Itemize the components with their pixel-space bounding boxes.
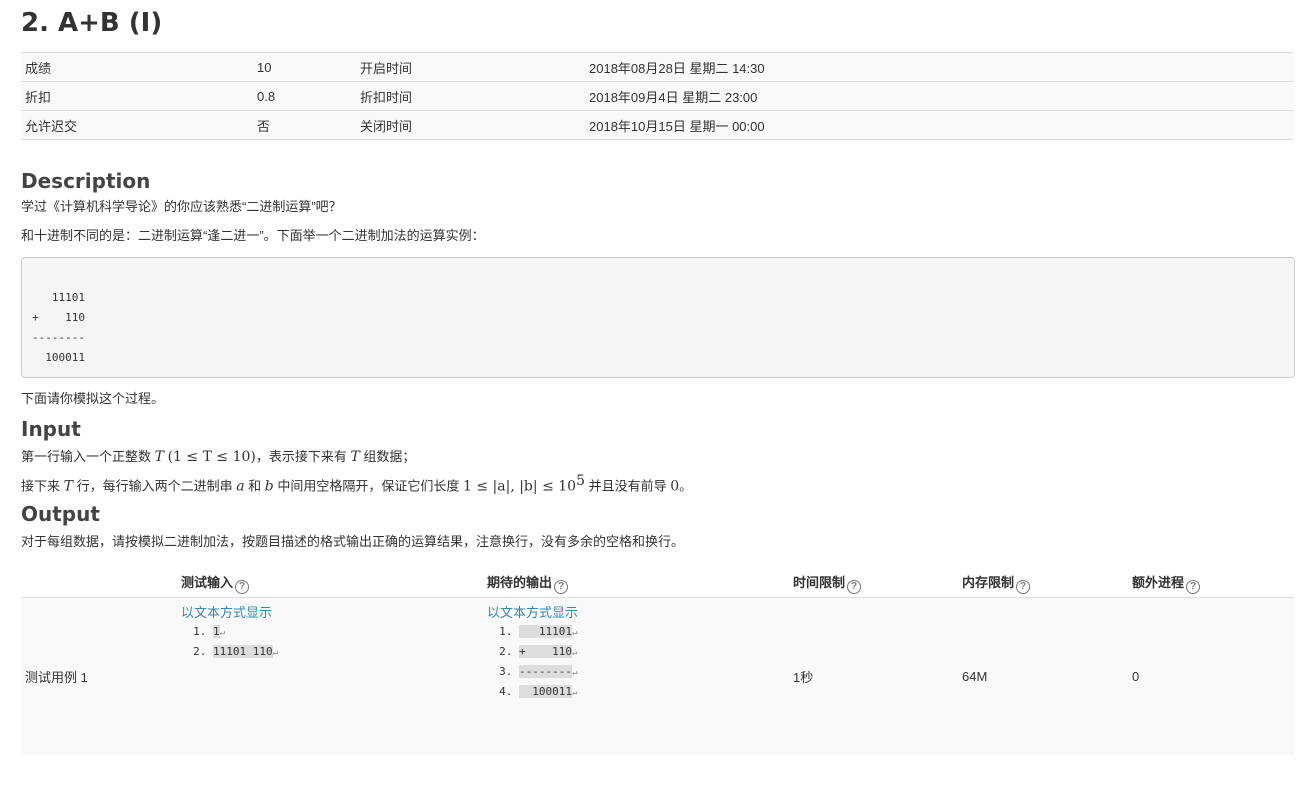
math-T: T [63, 478, 73, 495]
info-label-score: 成绩 [21, 52, 253, 82]
header-test-input-label: 测试输入 [181, 575, 234, 591]
return-icon: ↵ [571, 627, 578, 638]
math-b: b [264, 478, 274, 495]
problem-page: 2. A+B (I) 成绩 10 开启时间 2018年08月28日 星期二 14… [0, 0, 1314, 756]
input-line-2-and: 和 [244, 478, 265, 494]
test-case-name: 测试用例 1 [21, 597, 177, 756]
header-test-input: 测试输入? [177, 569, 483, 598]
info-row-discount: 折扣 0.8 折扣时间 2018年09月4日 星期二 23:00 [21, 81, 1294, 111]
problem-title: 2. A+B (I) [21, 8, 163, 38]
list-item: 11101 110↵ [213, 642, 479, 662]
list-item: --------↵ [519, 662, 785, 682]
input-line-2-text-e: 。 [679, 478, 693, 494]
info-value-late: 否 [253, 110, 356, 140]
header-time-limit-label: 时间限制 [793, 575, 846, 591]
input-line-2-text-d: 并且没有前导 [584, 478, 671, 494]
math-T-range: (1 ≤ T ≤ 10) [167, 449, 256, 465]
info-row-score: 成绩 10 开启时间 2018年08月28日 星期二 14:30 [21, 52, 1294, 82]
info-value-score: 10 [253, 52, 356, 82]
help-icon[interactable]: ? [235, 580, 250, 595]
description-paragraph-2: 和十进制不同的是：二进制运算“逢二进一”。下面举一个二进制加法的运算实例： [21, 228, 485, 243]
description-paragraph-1: 学过《计算机科学导论》的你应该熟悉“二进制运算”吧？ [21, 199, 342, 214]
show-as-text-link[interactable]: 以文本方式显示 [487, 604, 785, 622]
input-line-2-text-b: 行，每行输入两个二进制串 [72, 478, 237, 494]
test-case-extra-process: 0 [1128, 597, 1294, 756]
info-value-discount: 0.8 [253, 81, 356, 111]
return-icon: ↵ [571, 687, 578, 698]
info-value-discount-time: 2018年09月4日 星期二 23:00 [585, 81, 1294, 111]
return-icon: ↵ [272, 647, 279, 658]
output-line-text: 100011 [519, 684, 572, 698]
math-zero: 0 [670, 478, 680, 495]
header-memory-limit: 内存限制? [958, 569, 1128, 598]
input-line-1: 第一行输入一个正整数 T (1 ≤ T ≤ 10)，表示接下来有 T 组数据； [21, 448, 1294, 466]
help-icon[interactable]: ? [847, 580, 862, 595]
header-memory-limit-label: 内存限制 [962, 575, 1015, 591]
help-icon[interactable]: ? [1016, 580, 1031, 595]
return-icon: ↵ [571, 667, 578, 678]
test-cases-header-row: 测试输入? 期待的输出? 时间限制? 内存限制? 额外进程? [21, 569, 1294, 598]
output-line-text: 11101 [519, 624, 572, 638]
test-case-output-cell: 以文本方式显示 11101↵ + 110↵ --------↵ 100011↵ [483, 597, 789, 756]
input-line-2-text-c: 中间用空格隔开，保证它们长度 [273, 478, 463, 494]
header-extra-process-label: 额外进程 [1132, 575, 1185, 591]
return-icon: ↵ [219, 627, 226, 638]
help-icon[interactable]: ? [554, 580, 569, 595]
output-line-text: + 110 [519, 644, 572, 658]
list-item: 100011↵ [519, 682, 785, 702]
info-label-late: 允许迟交 [21, 110, 253, 140]
expected-output-lines: 11101↵ + 110↵ --------↵ 100011↵ [487, 622, 785, 702]
example-code-block: 11101 + 110 -------- 100011 [21, 257, 1295, 378]
help-icon[interactable]: ? [1186, 580, 1201, 595]
list-item: 11101↵ [519, 622, 785, 642]
header-time-limit: 时间限制? [789, 569, 958, 598]
info-value-open-time: 2018年08月28日 星期二 14:30 [585, 52, 1294, 82]
input-line-1-text-b: ，表示接下来有 [255, 449, 351, 464]
info-label-discount-time: 折扣时间 [356, 81, 585, 111]
math-a: a [236, 478, 245, 495]
input-heading: Input [21, 417, 81, 441]
info-label-discount: 折扣 [21, 81, 253, 111]
input-line-text: 11101 110 [213, 644, 273, 658]
list-item: + 110↵ [519, 642, 785, 662]
list-item: 1↵ [213, 622, 479, 642]
info-label-open-time: 开启时间 [356, 52, 585, 82]
test-case-time-limit: 1秒 [789, 597, 958, 756]
test-case-row: 测试用例 1 以文本方式显示 1↵ 11101 110↵ 以文本方式显示 111… [21, 597, 1294, 756]
output-paragraph: 对于每组数据，请按模拟二进制加法，按题目描述的格式输出正确的运算结果，注意换行，… [21, 534, 685, 550]
info-row-late: 允许迟交 否 关闭时间 2018年10月15日 星期一 00:00 [21, 110, 1294, 140]
math-T: T [154, 449, 164, 465]
header-extra-process: 额外进程? [1128, 569, 1294, 598]
input-line-2-text-a: 接下来 [21, 478, 64, 494]
problem-info-table: 成绩 10 开启时间 2018年08月28日 星期二 14:30 折扣 0.8 … [21, 52, 1294, 140]
description-paragraph-3: 下面请你模拟这个过程。 [21, 391, 165, 406]
input-line-1-text-c: 组数据； [359, 449, 416, 464]
input-line-2: 接下来 T 行，每行输入两个二进制串 a 和 b 中间用空格隔开，保证它们长度 … [21, 472, 1294, 495]
show-as-text-link[interactable]: 以文本方式显示 [181, 604, 479, 622]
input-line-1-text-a: 第一行输入一个正整数 [21, 449, 155, 464]
math-T: T [350, 449, 360, 465]
output-heading: Output [21, 502, 100, 527]
info-label-close-time: 关闭时间 [356, 110, 585, 140]
test-case-input-cell: 以文本方式显示 1↵ 11101 110↵ [177, 597, 483, 756]
test-input-lines: 1↵ 11101 110↵ [181, 622, 479, 662]
input-line-text: 1 [213, 624, 220, 638]
header-name [21, 569, 177, 598]
math-length-range: 1 ≤ |a|, |b| ≤ 10 [463, 478, 577, 495]
math-exponent: 5 [576, 473, 585, 489]
header-expected-output: 期待的输出? [483, 569, 789, 598]
return-icon: ↵ [571, 647, 578, 658]
description-heading: Description [21, 169, 151, 193]
test-cases-table: 测试输入? 期待的输出? 时间限制? 内存限制? 额外进程? 测试用例 1 以文… [21, 569, 1294, 756]
test-case-memory-limit: 64M [958, 597, 1128, 756]
info-value-close-time: 2018年10月15日 星期一 00:00 [585, 110, 1294, 140]
header-expected-output-label: 期待的输出 [487, 575, 553, 591]
output-line-text: -------- [519, 664, 572, 678]
